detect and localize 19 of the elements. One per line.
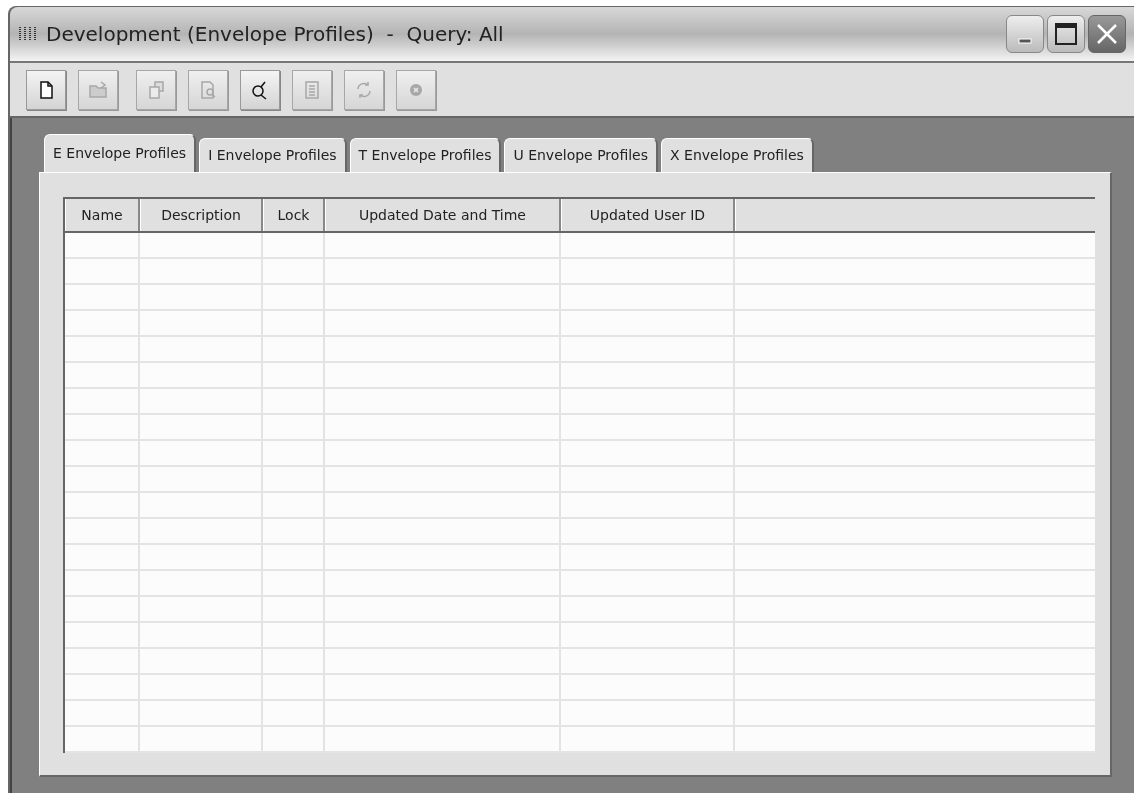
- toolbar-button[interactable]: [26, 69, 66, 110]
- column-header[interactable]: Lock: [263, 199, 325, 231]
- column-header[interactable]: Updated Date and Time: [325, 199, 561, 231]
- tab[interactable]: X Envelope Profiles: [661, 138, 814, 172]
- close-icon: [1096, 23, 1118, 46]
- tab[interactable]: T Envelope Profiles: [349, 138, 502, 172]
- close-button[interactable]: [1088, 15, 1126, 54]
- minimize-icon: [1018, 38, 1032, 45]
- tab[interactable]: E Envelope Profiles: [44, 134, 197, 172]
- maximize-button[interactable]: [1047, 15, 1085, 54]
- column-header[interactable]: Name: [65, 199, 140, 231]
- column-header[interactable]: Updated User ID: [561, 199, 735, 231]
- tab[interactable]: I Envelope Profiles: [199, 138, 347, 172]
- tab[interactable]: U Envelope Profiles: [504, 138, 658, 172]
- window-title: Development (Envelope Profiles) - Query: All: [46, 21, 504, 49]
- toolbar-button[interactable]: [240, 69, 280, 110]
- folder-icon: [87, 78, 109, 101]
- column-header[interactable]: Description: [140, 199, 263, 231]
- maximize-icon: [1055, 23, 1077, 46]
